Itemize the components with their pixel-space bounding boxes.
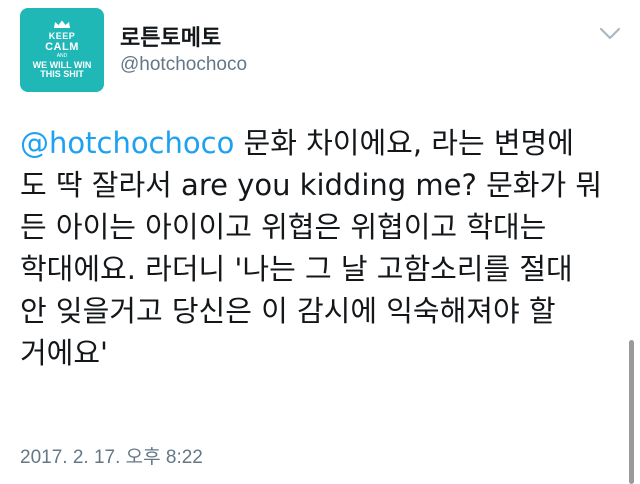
crown-icon [54, 20, 70, 29]
tweet-text-line: 거에요' [20, 336, 109, 370]
avatar-text-this-shit: THIS SHIT [40, 69, 84, 80]
tweet-text-line: 안 잊을거고 당신은 이 감시에 익숙해져야 할 [20, 294, 556, 328]
tweet-text-line: 든 아이는 아이이고 위협은 위협이고 학대는 [20, 210, 547, 244]
avatar[interactable]: KEEP CALM AND WE WILL WIN THIS SHIT [20, 8, 104, 92]
tweet-text-line: @hotchochoco 문화 차이에요, 라는 변명에 [20, 122, 620, 164]
tweet-text-segment: 문화 차이에요, 라는 변명에 [234, 126, 574, 160]
mention-link[interactable]: @hotchochoco [20, 126, 234, 160]
tweet-text: @hotchochoco 문화 차이에요, 라는 변명에 도 딱 잘라서 are… [20, 122, 620, 374]
tweet: KEEP CALM AND WE WILL WIN THIS SHIT 로튼토메… [0, 0, 640, 484]
chevron-down-icon[interactable] [598, 26, 622, 42]
tweet-text-line: 학대에요. 라더니 '나는 그 날 고함소리를 절대 [20, 252, 573, 286]
display-name[interactable]: 로튼토메토 [120, 20, 221, 52]
scrollbar[interactable] [629, 340, 634, 484]
avatar-text-calm: CALM [45, 40, 79, 53]
timestamp[interactable]: 2017. 2. 17. 오후 8:22 [20, 442, 203, 469]
user-handle[interactable]: @hotchochoco [120, 54, 247, 76]
tweet-text-line: 도 딱 잘라서 are you kidding me? 문화가 뭐 [20, 168, 603, 202]
avatar-text-and: AND [56, 53, 68, 60]
